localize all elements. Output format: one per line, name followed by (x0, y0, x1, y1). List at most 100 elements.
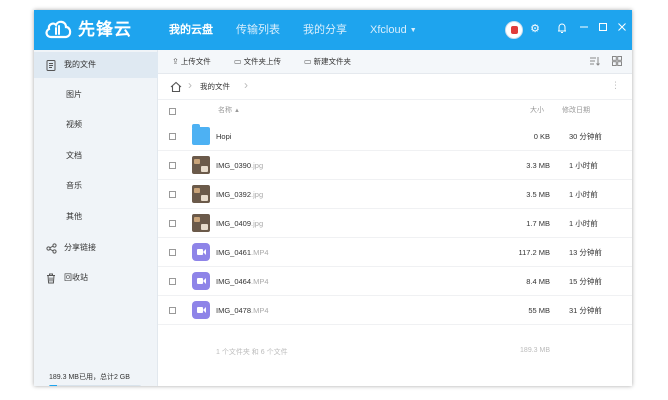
file-size: 3.5 MB (526, 190, 550, 199)
sidebar-item-label: 我的文件 (64, 60, 96, 69)
file-size: 3.3 MB (526, 161, 550, 170)
home-icon[interactable] (170, 81, 182, 93)
nav-account-menu[interactable]: Xfcloud ▼ (370, 10, 417, 50)
file-size: 1.7 MB (526, 219, 550, 228)
chevron-right-icon: › (244, 78, 248, 92)
minimize-icon[interactable] (577, 22, 591, 36)
sidebar-item-music[interactable]: 音乐 (34, 173, 158, 199)
file-modified: 1 小时前 (569, 190, 598, 199)
main-nav: 我的云盘 传输列表 我的分享 Xfcloud ▼ (169, 10, 440, 50)
row-checkbox[interactable] (169, 191, 176, 198)
sidebar-item-documents[interactable]: 文档 (34, 143, 158, 169)
image-thumbnail-icon (192, 156, 210, 174)
image-thumbnail-icon (192, 214, 210, 232)
file-name[interactable]: IMG_0390.jpg (216, 151, 263, 180)
file-count-summary: 1 个文件夹 和 6 个文件 (216, 349, 288, 356)
sort-asc-icon: ▲ (233, 108, 240, 114)
row-checkbox[interactable] (169, 278, 176, 285)
close-icon[interactable] (615, 22, 629, 36)
sidebar-item-label: 回收站 (64, 273, 88, 282)
chevron-right-icon: › (188, 78, 192, 92)
video-file-icon (192, 272, 210, 290)
file-name[interactable]: IMG_0461.MP4 (216, 238, 269, 267)
table-row[interactable]: IMG_0392.jpg 3.5 MB 1 小时前 (158, 180, 632, 209)
more-icon: ⋮ (611, 80, 620, 90)
file-modified: 13 分钟前 (569, 248, 602, 257)
column-header-name[interactable]: 名称 ▲ (218, 100, 240, 122)
file-name[interactable]: IMG_0478.MP4 (216, 296, 269, 325)
column-header-size[interactable]: 大小 (530, 100, 544, 122)
folder-add-icon: ▭ (304, 57, 312, 66)
file-name[interactable]: IMG_0409.jpg (216, 209, 263, 238)
sidebar-item-my-files[interactable]: 我的文件 (34, 52, 158, 78)
storage-quota-text: 189.3 MB已用，总计2 GB (49, 374, 130, 381)
upload-folder-button[interactable]: ▭ 文件夹上传 (234, 50, 281, 74)
file-name[interactable]: Hopi (216, 122, 231, 151)
sidebar-item-label: 分享链接 (64, 243, 96, 252)
brand-name: 先锋云 (78, 20, 132, 39)
grid-view-icon[interactable] (611, 56, 623, 68)
breadcrumb: › 我的文件 › ⋮ (158, 74, 632, 100)
breadcrumb-current[interactable]: 我的文件 (200, 74, 230, 100)
total-size-summary: 189.3 MB (520, 347, 550, 354)
table-row[interactable]: Hopi 0 KB 30 分钟前 (158, 122, 632, 151)
caret-down-icon: ▼ (409, 27, 417, 34)
select-all-checkbox[interactable] (169, 108, 176, 115)
storage-quota-fill (49, 385, 58, 386)
sort-icon[interactable] (588, 56, 600, 68)
file-modified: 31 分钟前 (569, 306, 602, 315)
file-size: 8.4 MB (526, 277, 550, 286)
sidebar-item-recycle-bin[interactable]: 回收站 (34, 265, 158, 291)
table-header: 名称 ▲ 大小 修改日期 (158, 100, 632, 122)
bell-icon[interactable] (555, 22, 569, 36)
table-row[interactable]: IMG_0390.jpg 3.3 MB 1 小时前 (158, 151, 632, 180)
nav-my-shares[interactable]: 我的分享 (303, 10, 347, 50)
column-header-modified[interactable]: 修改日期 (562, 100, 590, 122)
video-file-icon (192, 301, 210, 319)
share-icon (45, 235, 57, 264)
table-row[interactable]: IMG_0409.jpg 1.7 MB 1 小时前 (158, 209, 632, 238)
file-modified: 30 分钟前 (569, 132, 602, 141)
sidebar-item-images[interactable]: 图片 (34, 82, 158, 108)
file-size: 55 MB (528, 306, 550, 315)
image-thumbnail-icon (192, 185, 210, 203)
sidebar: 我的文件 图片 视频 文档 音乐 其他 分享链接 回收站 189.3 MB已用，… (34, 50, 158, 386)
file-list-icon (45, 52, 57, 81)
row-checkbox[interactable] (169, 307, 176, 314)
row-checkbox[interactable] (169, 162, 176, 169)
upload-file-button[interactable]: ⇪ 上传文件 (172, 50, 211, 74)
sidebar-item-videos[interactable]: 视频 (34, 112, 158, 138)
file-name[interactable]: IMG_0464.MP4 (216, 267, 269, 296)
file-size: 117.2 MB (518, 248, 550, 257)
sidebar-item-other[interactable]: 其他 (34, 204, 158, 230)
file-modified: 1 小时前 (569, 161, 598, 170)
trash-icon (45, 265, 57, 294)
app-window: 先锋云 我的云盘 传输列表 我的分享 Xfcloud ▼ ⚙ 我的文件 图片 视… (34, 10, 632, 386)
gear-icon[interactable]: ⚙ (528, 22, 542, 36)
nav-transfer-list[interactable]: 传输列表 (236, 10, 280, 50)
folder-icon (192, 124, 210, 145)
file-modified: 15 分钟前 (569, 277, 602, 286)
upload-icon: ⇪ (172, 57, 179, 66)
folder-upload-icon: ▭ (234, 57, 242, 66)
title-bar: 先锋云 我的云盘 传输列表 我的分享 Xfcloud ▼ ⚙ (34, 10, 632, 50)
cloud-logo-icon (45, 20, 72, 39)
table-row[interactable]: IMG_0461.MP4 117.2 MB 13 分钟前 (158, 238, 632, 267)
video-file-icon (192, 243, 210, 261)
table-row[interactable]: IMG_0478.MP4 55 MB 31 分钟前 (158, 296, 632, 325)
file-modified: 1 小时前 (569, 219, 598, 228)
toolbar: ⇪ 上传文件 ▭ 文件夹上传 ▭ 新建文件夹 (158, 50, 632, 74)
maximize-icon[interactable] (596, 22, 610, 36)
row-checkbox[interactable] (169, 220, 176, 227)
nav-my-drive[interactable]: 我的云盘 (169, 10, 213, 50)
table-row[interactable]: IMG_0464.MP4 8.4 MB 15 分钟前 (158, 267, 632, 296)
storage-quota-bar (49, 385, 141, 386)
new-folder-button[interactable]: ▭ 新建文件夹 (304, 50, 351, 74)
row-checkbox[interactable] (169, 133, 176, 140)
avatar[interactable] (505, 21, 523, 39)
file-name[interactable]: IMG_0392.jpg (216, 180, 263, 209)
file-size: 0 KB (533, 132, 550, 141)
row-checkbox[interactable] (169, 249, 176, 256)
sidebar-item-share-links[interactable]: 分享链接 (34, 235, 158, 261)
main-panel: ⇪ 上传文件 ▭ 文件夹上传 ▭ 新建文件夹 › 我的文件 › ⋮ 名称 ▲ 大… (158, 50, 632, 386)
